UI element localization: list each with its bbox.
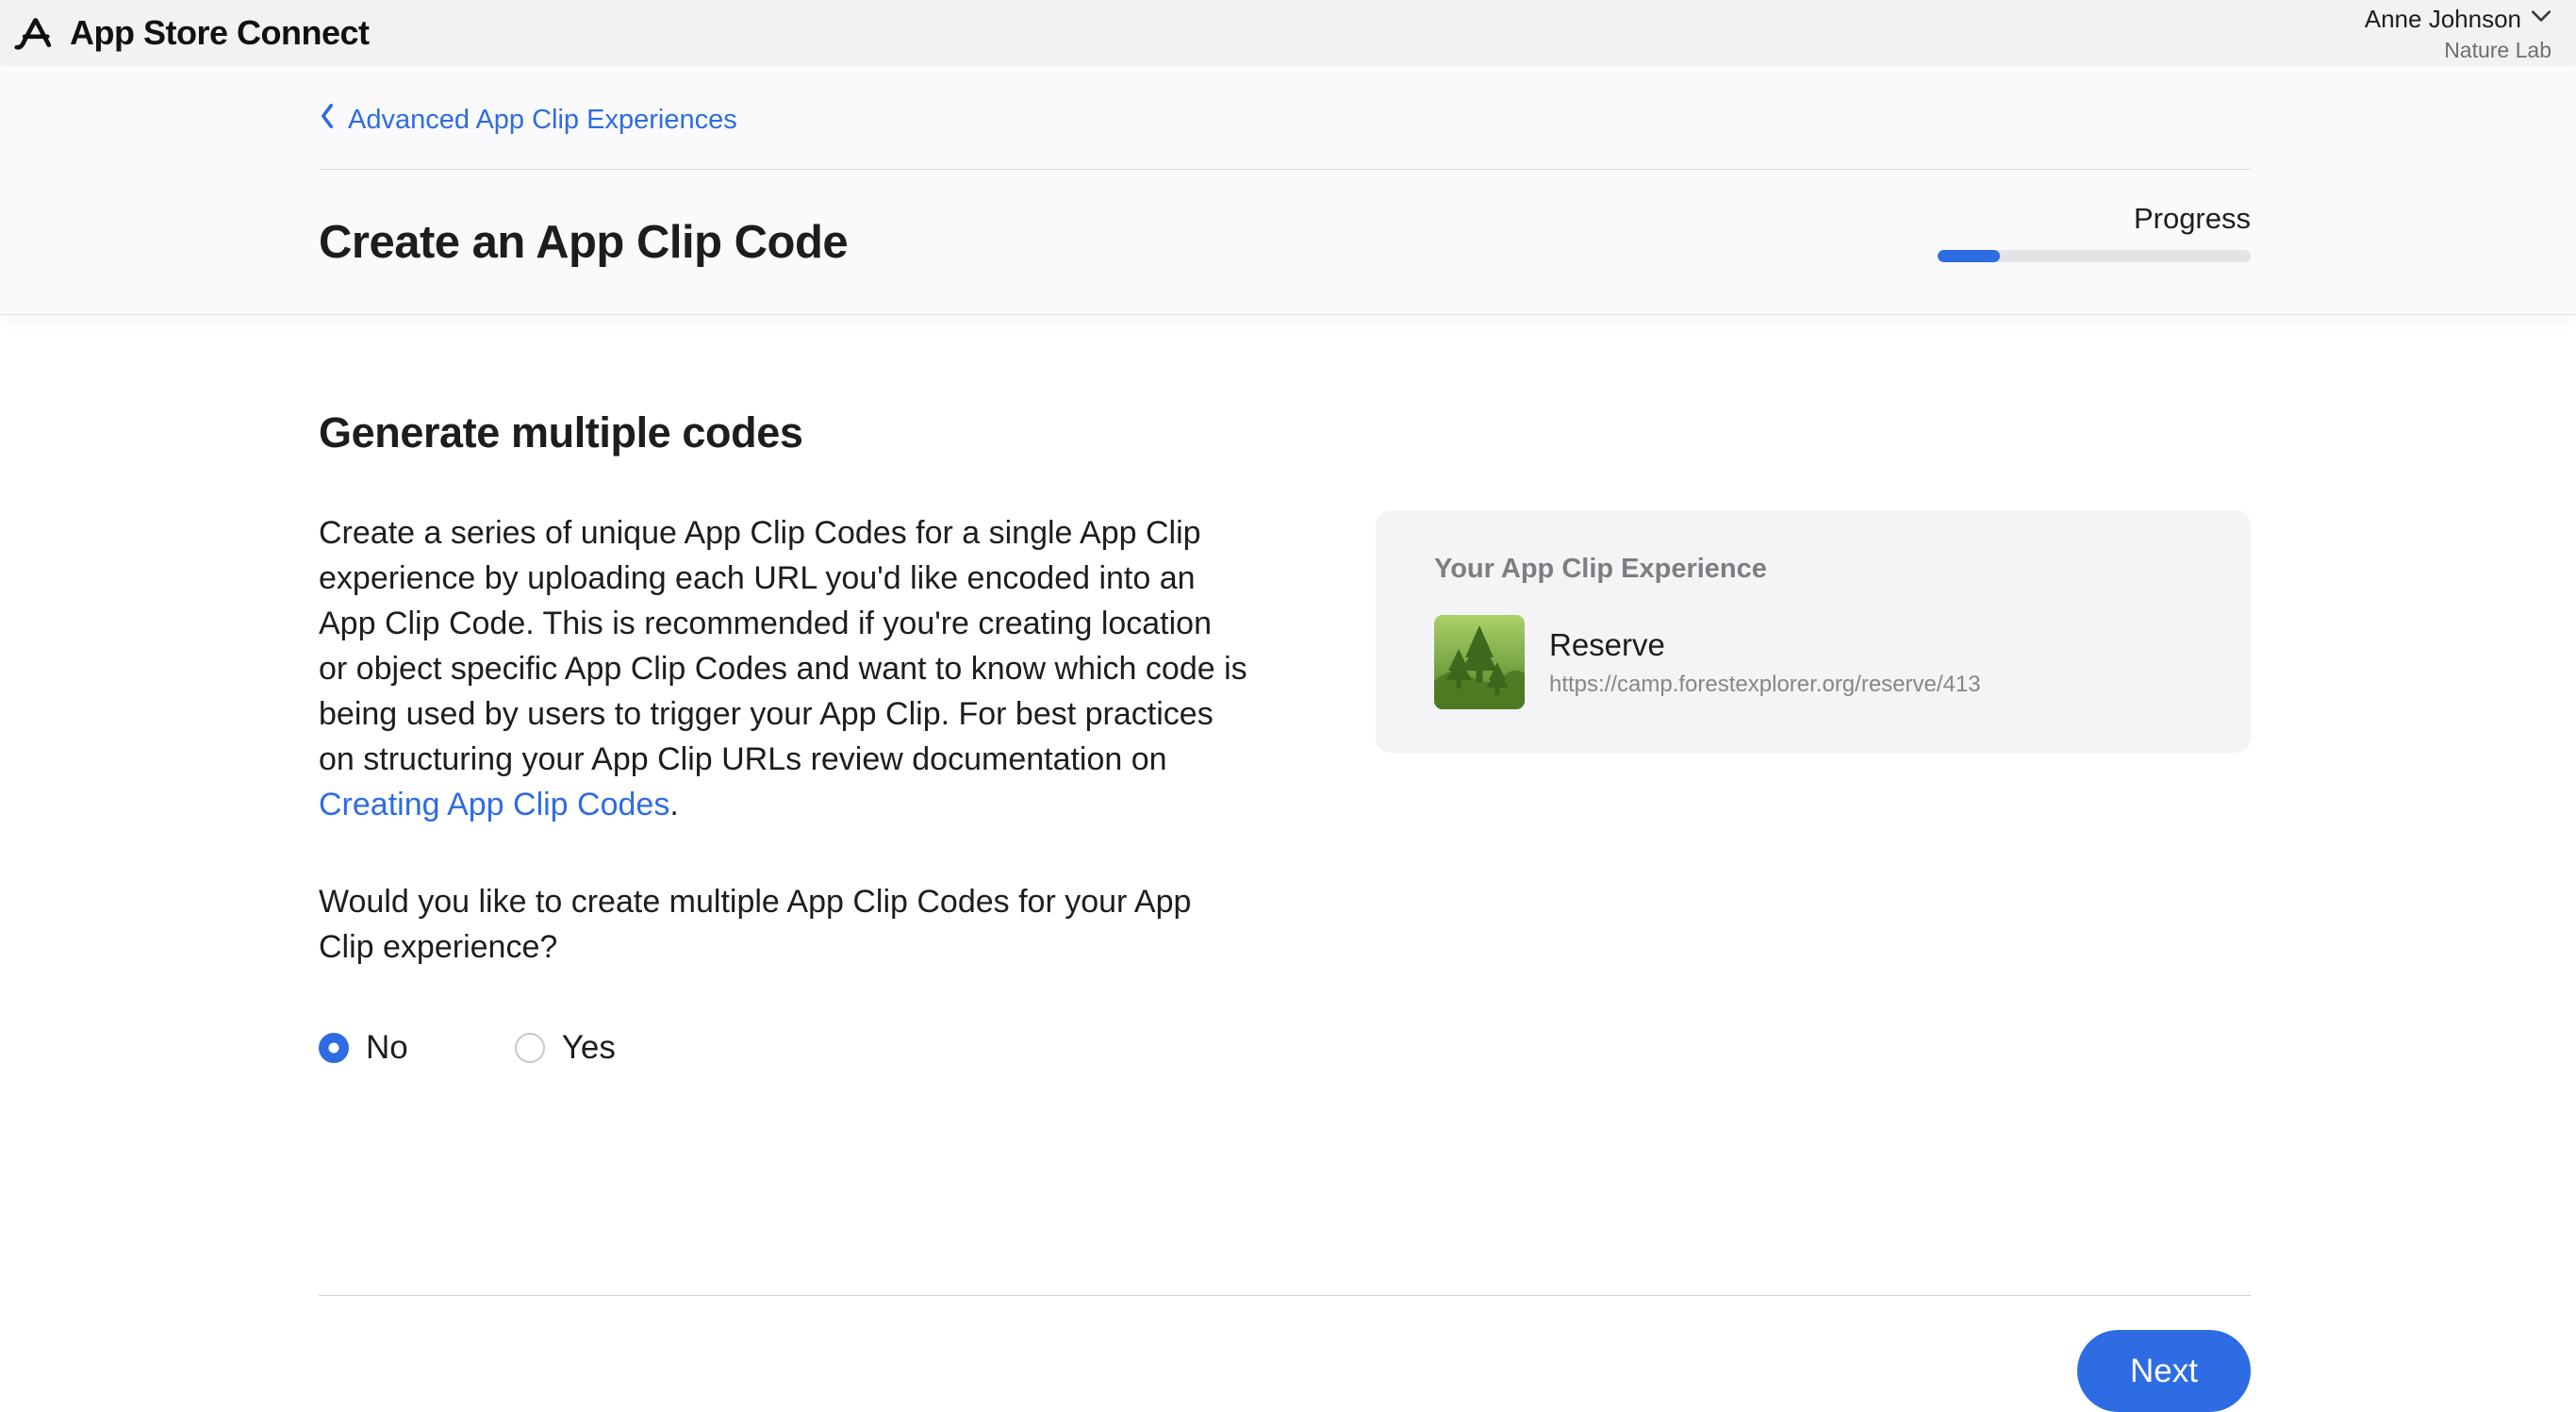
user-name[interactable]: Anne Johnson xyxy=(2365,5,2521,34)
description-after-link: . xyxy=(669,787,678,822)
app-name: Reserve xyxy=(1549,627,1981,663)
creating-app-clip-codes-link[interactable]: Creating App Clip Codes xyxy=(319,787,669,822)
radio-yes-circle[interactable] xyxy=(515,1033,545,1063)
app-clip-experience-card: Your App Clip Experience xyxy=(1376,510,2251,753)
progress-label: Progress xyxy=(1938,202,2251,236)
chevron-left-icon xyxy=(319,102,337,138)
page-header: Advanced App Clip Experiences Create an … xyxy=(0,66,2576,315)
experience-card-title: Your App Clip Experience xyxy=(1434,554,2192,585)
radio-no-label: No xyxy=(366,1029,408,1067)
description-before-link: Create a series of unique App Clip Codes… xyxy=(319,515,1247,777)
progress-fill xyxy=(1938,250,2000,262)
app-store-connect-logo-icon xyxy=(13,11,57,55)
description-text: Create a series of unique App Clip Codes… xyxy=(319,510,1247,827)
progress-bar xyxy=(1938,250,2251,262)
section-title: Generate multiple codes xyxy=(319,408,2251,457)
brand: App Store Connect xyxy=(13,11,370,55)
app-url: https://camp.forestexplorer.org/reserve/… xyxy=(1549,672,1981,698)
next-button[interactable]: Next xyxy=(2077,1330,2251,1412)
multiple-codes-question: Would you like to create multiple App Cl… xyxy=(319,879,1247,970)
page-title: Create an App Clip Code xyxy=(319,216,848,269)
form-column: Create a series of unique App Clip Codes… xyxy=(319,510,1247,1067)
breadcrumb-label: Advanced App Clip Experiences xyxy=(348,105,737,136)
app-title: App Store Connect xyxy=(70,13,370,53)
radio-option-no[interactable]: No xyxy=(319,1029,408,1067)
radio-group: No Yes xyxy=(319,1029,1247,1067)
radio-yes-label: Yes xyxy=(562,1029,616,1067)
chevron-down-icon xyxy=(2531,9,2551,28)
breadcrumb[interactable]: Advanced App Clip Experiences xyxy=(319,102,737,138)
radio-option-yes[interactable]: Yes xyxy=(515,1029,616,1067)
footer-divider xyxy=(319,1295,2251,1296)
radio-no-circle[interactable] xyxy=(319,1033,349,1063)
forest-trees-icon xyxy=(1434,615,1525,709)
top-nav: App Store Connect Anne Johnson Nature La… xyxy=(0,0,2576,66)
main-content: Generate multiple codes Create a series … xyxy=(0,408,2576,1412)
progress-block: Progress xyxy=(1938,202,2251,262)
user-menu[interactable]: Anne Johnson Nature Lab xyxy=(2365,3,2551,63)
user-organization: Nature Lab xyxy=(2365,38,2551,63)
